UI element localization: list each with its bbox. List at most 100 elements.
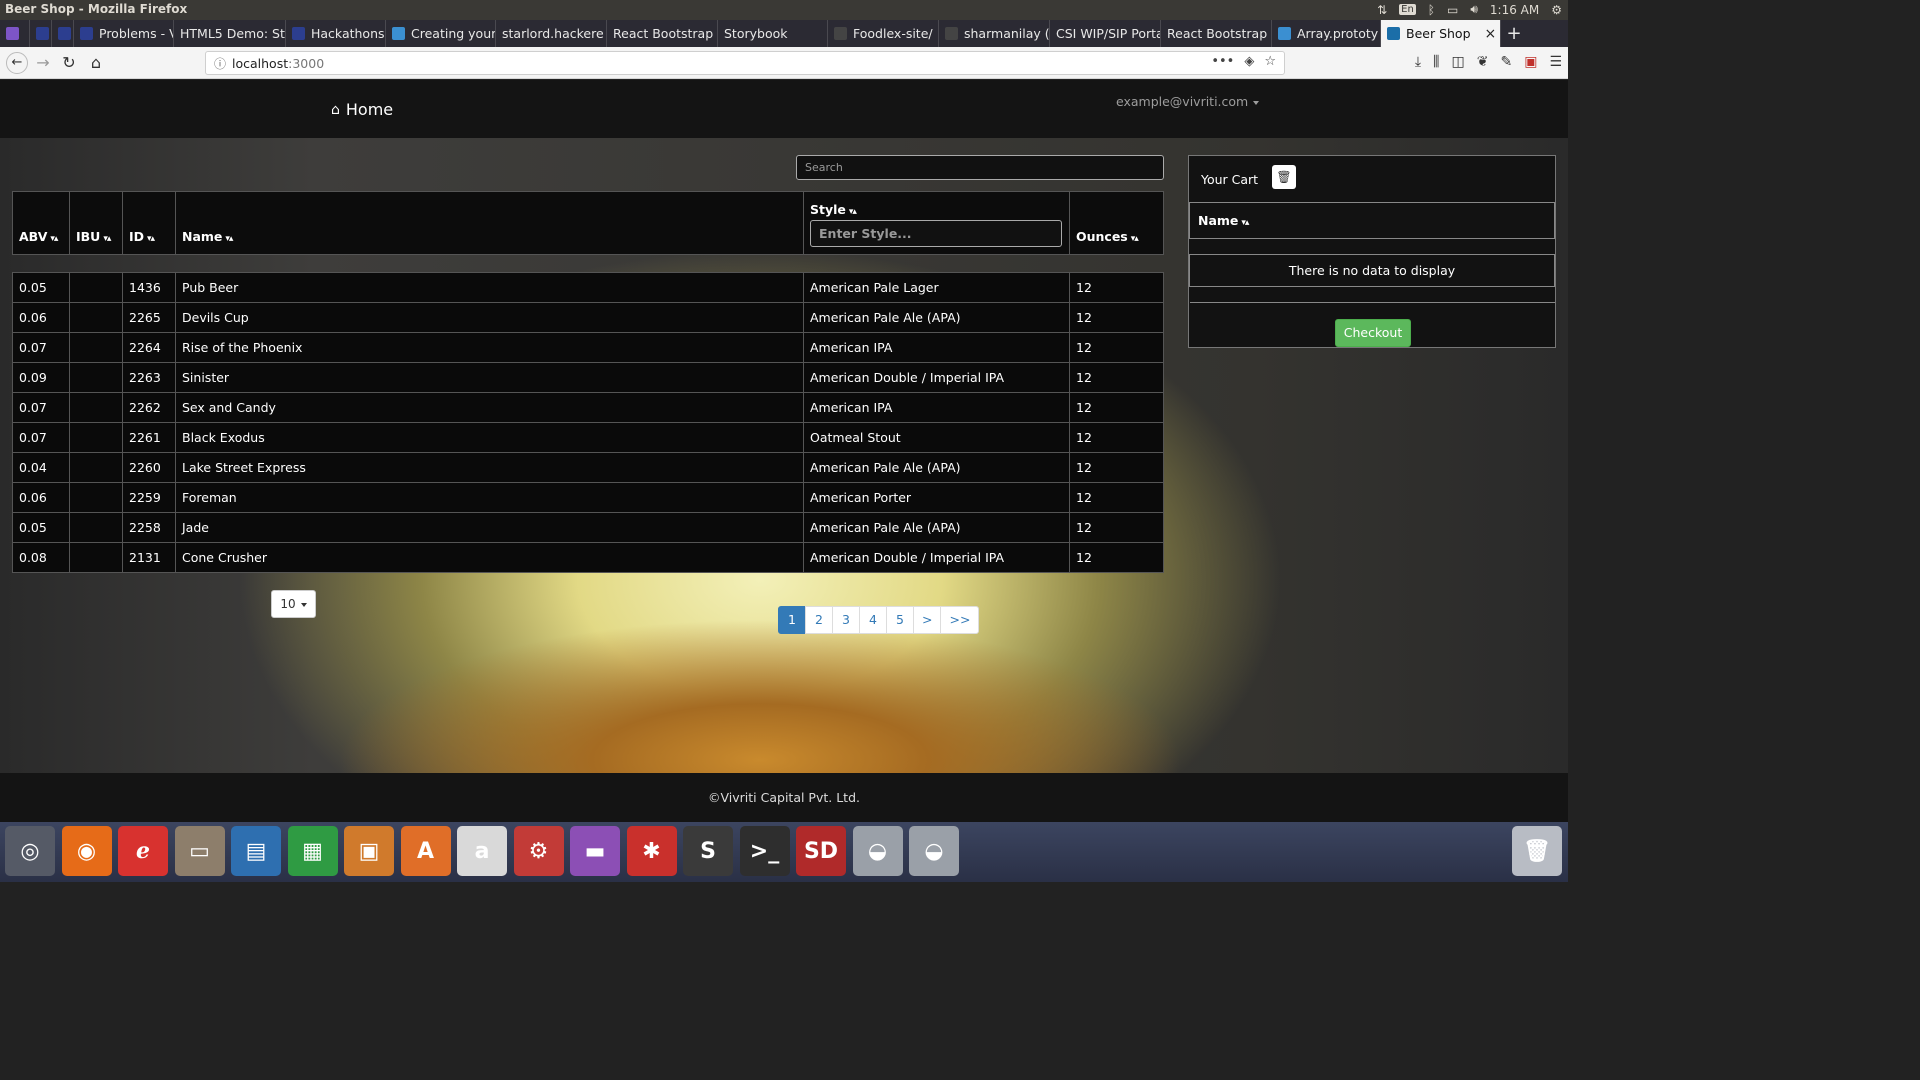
url-bar[interactable]: ⓘ localhost:3000 ••• ◈ ☆ — [205, 51, 1285, 75]
forward-button[interactable]: → — [32, 52, 54, 74]
cart-column-header-name[interactable]: Name ▾▴ — [1189, 202, 1555, 239]
browser-tab[interactable]: github-icon Foodlex-site/ — [828, 20, 939, 47]
calc-icon[interactable]: ▦ — [287, 826, 338, 876]
table-row[interactable]: 0.05 1436 Pub Beer American Pale Lager 12 — [12, 272, 1164, 303]
gear-icon[interactable]: ⚙ — [1551, 3, 1562, 17]
browser-tab[interactable]: starlord.hackere — [496, 20, 607, 47]
settings-icon[interactable]: ⚙ — [513, 826, 564, 876]
reload-button[interactable]: ↻ — [58, 52, 80, 74]
checkout-button[interactable]: Checkout — [1335, 319, 1411, 347]
workspace-icon[interactable]: ▬ — [570, 826, 620, 876]
browser-tab[interactable]: React Bootstrap — [1161, 20, 1272, 47]
page-button[interactable]: > — [913, 606, 942, 634]
software-center-icon[interactable]: A — [400, 826, 451, 876]
pocket-icon[interactable]: ◈ — [1244, 54, 1254, 69]
column-header-name[interactable]: Name ▾▴ — [175, 191, 804, 255]
browser-tab[interactable]: page-icon — [30, 20, 52, 47]
page-button[interactable]: 5 — [886, 606, 914, 634]
download-icon[interactable]: ⤓ — [1415, 54, 1421, 70]
extension-red-icon[interactable]: ▣ — [1524, 54, 1537, 70]
back-button[interactable]: ← — [6, 52, 28, 74]
info-icon[interactable]: ⓘ — [214, 55, 226, 72]
cell-ibu — [69, 272, 123, 303]
cell-ibu — [69, 482, 123, 513]
library-icon[interactable]: ⫼ — [1433, 54, 1439, 70]
extension-icon[interactable]: ❦ — [1477, 54, 1489, 70]
browser-tab[interactable]: page-icon Creating your — [386, 20, 496, 47]
keyboard-layout-indicator[interactable]: En — [1399, 4, 1416, 15]
chevron-down-icon — [300, 602, 307, 607]
table-row[interactable]: 0.07 2264 Rise of the Phoenix American IPA 1… — [12, 332, 1164, 363]
browser-tab[interactable]: page-icon — [52, 20, 74, 47]
browser-tab[interactable]: Storybook — [718, 20, 828, 47]
tab-strip: app-icon page-icon page-icon page-icon Probl… — [0, 20, 1568, 47]
bookmark-star-icon[interactable]: ☆ — [1264, 54, 1276, 69]
files-icon[interactable]: ▭ — [174, 826, 225, 876]
search-input[interactable] — [796, 155, 1164, 180]
table-row[interactable]: 0.06 2259 Foreman American Porter 12 — [12, 482, 1164, 513]
browser-tab[interactable]: mdn-icon Array.prototy — [1272, 20, 1381, 47]
eyedropper-icon[interactable]: ✎ — [1500, 54, 1512, 70]
table-row[interactable]: 0.07 2262 Sex and Candy American IPA 12 — [12, 392, 1164, 423]
browser-tab[interactable]: app-icon — [0, 20, 30, 47]
table-row[interactable]: 0.06 2265 Devils Cup American Pale Ale (APA… — [12, 302, 1164, 333]
volume-icon[interactable]: 🔊︎ — [1470, 2, 1478, 17]
new-tab-button[interactable]: + — [1501, 20, 1527, 47]
column-header-ounces[interactable]: Ounces ▾▴ — [1069, 191, 1164, 255]
table-row[interactable]: 0.04 2260 Lake Street Express American Pale… — [12, 452, 1164, 483]
cell-ibu — [69, 302, 123, 333]
browser-tab[interactable]: CSI WIP/SIP Porta — [1050, 20, 1161, 47]
browser-tab[interactable]: React Bootstrap — [607, 20, 718, 47]
table-row[interactable]: 0.09 2263 Sinister American Double / Imperi… — [12, 362, 1164, 393]
sidebar-icon[interactable]: ◫ — [1452, 54, 1465, 70]
close-icon[interactable]: × — [1485, 26, 1497, 42]
browser-tab[interactable]: page-icon Hackathons, I — [286, 20, 386, 47]
network-icon[interactable]: ⇅ — [1377, 3, 1387, 17]
page-button[interactable]: >> — [940, 606, 980, 634]
writer-icon[interactable]: ▤ — [231, 826, 281, 876]
sd-card-icon[interactable]: SD — [796, 826, 846, 876]
terminal-icon[interactable]: >_ — [739, 826, 790, 876]
column-header-style[interactable]: Style ▾▴ — [803, 191, 1070, 255]
page-button[interactable]: 3 — [832, 606, 860, 634]
menu-icon[interactable]: ☰ — [1549, 54, 1562, 70]
cell-id: 1436 — [122, 272, 176, 303]
drive-icon[interactable]: ◒ — [909, 826, 959, 876]
table-row[interactable]: 0.07 2261 Black Exodus Oatmeal Stout 12 — [12, 422, 1164, 453]
table-row[interactable]: 0.08 2131 Cone Crusher American Double / Im… — [12, 542, 1164, 573]
ubuntu-icon[interactable]: ◎ — [5, 826, 55, 876]
table-row[interactable]: 0.05 2258 Jade American Pale Ale (APA) 12 — [12, 512, 1164, 543]
url-text[interactable]: localhost:3000 — [232, 56, 324, 71]
home-link[interactable]: ⌂ Home — [331, 100, 393, 119]
trash-icon[interactable]: 🗑 — [1512, 826, 1562, 876]
column-header-id[interactable]: ID ▾▴ — [122, 191, 176, 255]
web-icon[interactable]: ✱ — [626, 826, 677, 876]
drive-icon[interactable]: ◒ — [852, 826, 903, 876]
beer-table: ABV▾▴ IBU▾▴ ID▾▴ Name▾▴ Style▾▴ Ounces▾▴… — [12, 191, 1164, 573]
clear-cart-button[interactable]: 🗑︎ — [1272, 165, 1296, 189]
column-header-abv[interactable]: ABV ▾▴ — [12, 191, 70, 255]
page-actions-icon[interactable]: ••• — [1211, 54, 1234, 69]
page-size-dropdown[interactable]: 10 — [271, 590, 316, 618]
browser-tab[interactable]: react-icon Beer Shop × — [1381, 20, 1501, 47]
tab-label: HTML5 Demo: St — [180, 26, 285, 41]
bluetooth-icon[interactable]: ᛒ — [1428, 3, 1435, 17]
page-button[interactable]: 4 — [859, 606, 887, 634]
column-header-ibu[interactable]: IBU ▾▴ — [69, 191, 123, 255]
page-button[interactable]: 1 — [778, 606, 806, 634]
battery-icon[interactable]: ▭ — [1447, 3, 1458, 17]
text-editor-icon[interactable]: ℯ — [118, 826, 168, 876]
browser-tab[interactable]: github-icon sharmanilay ( — [939, 20, 1050, 47]
style-filter-input[interactable] — [810, 220, 1062, 247]
user-menu-dropdown[interactable]: example@vivriti.com — [1116, 94, 1260, 109]
sublime-icon[interactable]: S — [683, 826, 733, 876]
impress-icon[interactable]: ▣ — [344, 826, 394, 876]
page-button[interactable]: 2 — [805, 606, 833, 634]
browser-tab[interactable]: HTML5 Demo: St — [174, 20, 286, 47]
browser-tab[interactable]: page-icon Problems - Vi — [74, 20, 174, 47]
home-icon[interactable]: ⌂ — [85, 52, 107, 74]
cell-ounces: 12 — [1069, 332, 1164, 363]
firefox-icon[interactable]: ◉ — [61, 826, 112, 876]
amazon-icon[interactable]: a — [457, 826, 507, 876]
clock[interactable]: 1:16 AM — [1490, 3, 1539, 17]
